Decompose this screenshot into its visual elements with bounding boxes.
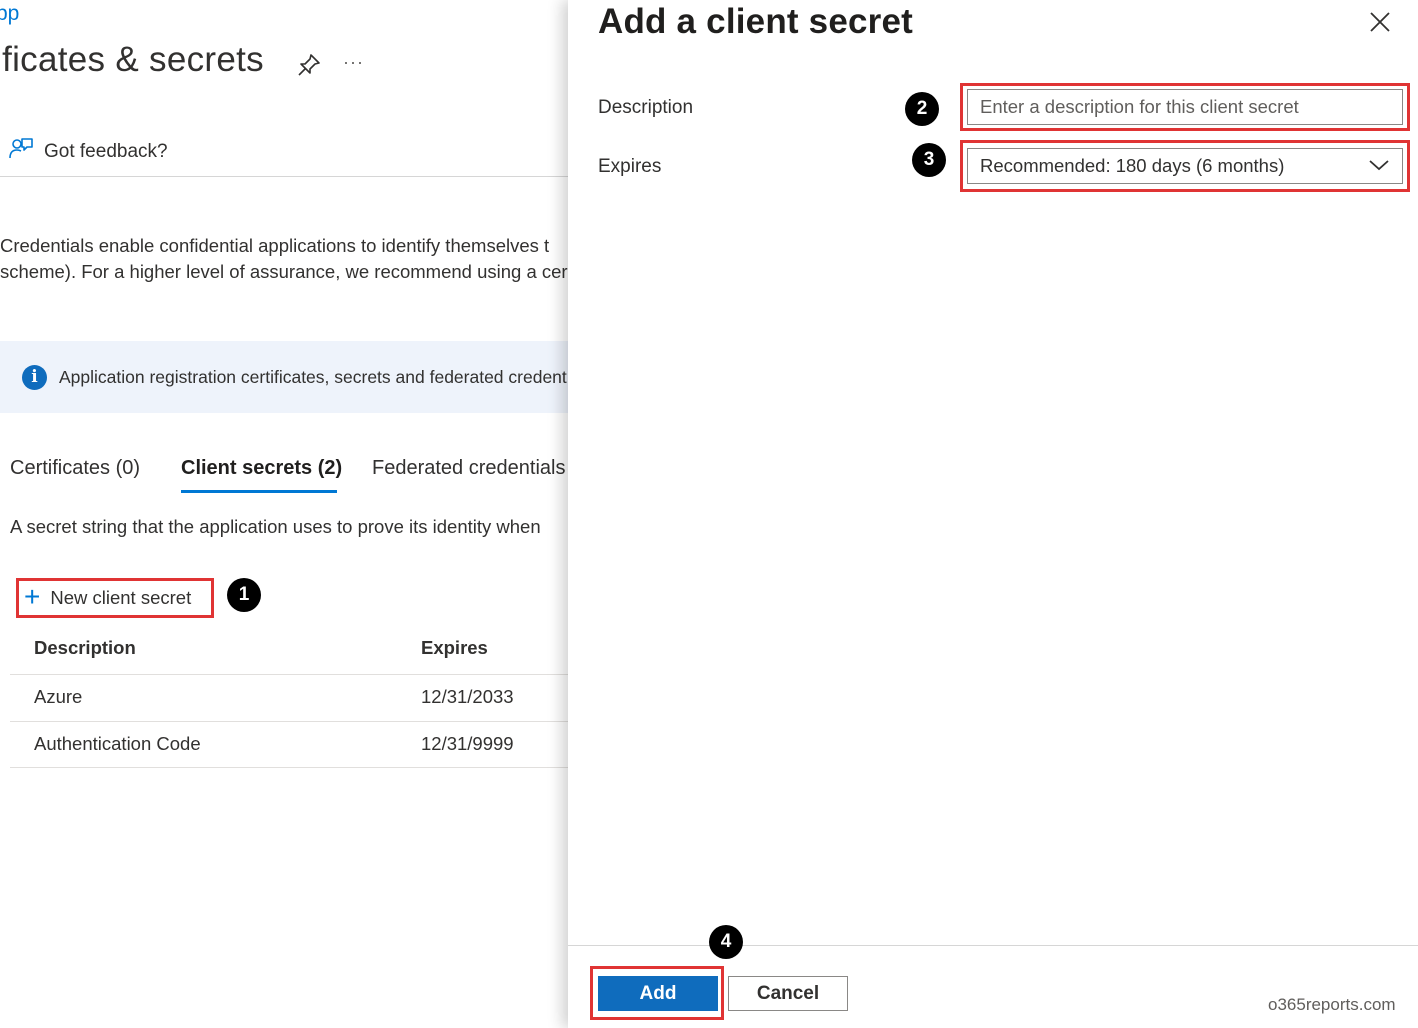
description-input[interactable] xyxy=(967,89,1403,125)
info-icon: i xyxy=(22,364,47,390)
table-divider xyxy=(10,767,570,768)
column-header-expires[interactable]: Expires xyxy=(421,637,488,659)
breadcrumb[interactable]: pp xyxy=(0,2,19,26)
description-label: Description xyxy=(598,97,694,118)
step-badge-1: 1 xyxy=(227,578,261,612)
chevron-down-icon xyxy=(1368,155,1390,177)
table-divider xyxy=(10,674,570,675)
step-badge-4: 4 xyxy=(709,925,743,959)
page-title: ificates & secrets xyxy=(0,40,264,79)
more-options-icon[interactable]: ··· xyxy=(343,52,364,73)
info-banner-text: Application registration certificates, s… xyxy=(59,366,567,387)
watermark: o365reports.com xyxy=(1268,995,1396,1014)
add-client-secret-panel: Add a client secret Description 2 Expire… xyxy=(568,0,1418,1028)
table-divider xyxy=(10,721,570,722)
tab-description: A secret string that the application use… xyxy=(10,516,541,537)
tab-certificates[interactable]: Certificates (0) xyxy=(10,457,140,480)
table-cell-description: Authentication Code xyxy=(34,733,201,754)
close-icon[interactable] xyxy=(1366,8,1394,36)
plus-icon: + xyxy=(24,580,41,612)
column-header-description[interactable]: Description xyxy=(34,637,136,659)
panel-title: Add a client secret xyxy=(598,2,914,41)
intro-text: Credentials enable confidential applicat… xyxy=(0,233,568,285)
add-button[interactable]: Add xyxy=(598,976,718,1011)
pin-icon[interactable] xyxy=(296,52,322,78)
table-cell-description: Azure xyxy=(34,686,83,707)
info-banner: i Application registration certificates,… xyxy=(0,341,570,413)
command-bar-divider xyxy=(0,176,570,177)
footer-divider xyxy=(568,945,1418,946)
table-cell-expires: 12/31/2033 xyxy=(421,686,514,707)
table-cell-expires: 12/31/9999 xyxy=(421,733,514,754)
tab-client-secrets[interactable]: Client secrets (2) xyxy=(181,457,342,480)
intro-line: Credentials enable confidential applicat… xyxy=(0,235,550,256)
step-badge-3: 3 xyxy=(912,143,946,177)
expires-selected-value: Recommended: 180 days (6 months) xyxy=(980,155,1285,176)
new-client-secret-button[interactable]: + New client secret xyxy=(16,578,214,618)
step-badge-2: 2 xyxy=(905,92,939,126)
cancel-button[interactable]: Cancel xyxy=(728,976,848,1011)
expires-label: Expires xyxy=(598,156,662,177)
new-client-secret-label: New client secret xyxy=(50,587,192,608)
feedback-button[interactable]: Got feedback? xyxy=(8,137,168,167)
feedback-icon xyxy=(8,136,34,168)
active-tab-indicator xyxy=(181,490,337,493)
intro-line: scheme). For a higher level of assurance… xyxy=(0,261,568,282)
expires-dropdown[interactable]: Recommended: 180 days (6 months) xyxy=(967,148,1403,184)
tab-federated-credentials[interactable]: Federated credentials xyxy=(372,457,565,480)
app-registration-page: pp ificates & secrets ··· Got feedback? … xyxy=(0,0,570,1028)
feedback-label: Got feedback? xyxy=(44,141,168,162)
